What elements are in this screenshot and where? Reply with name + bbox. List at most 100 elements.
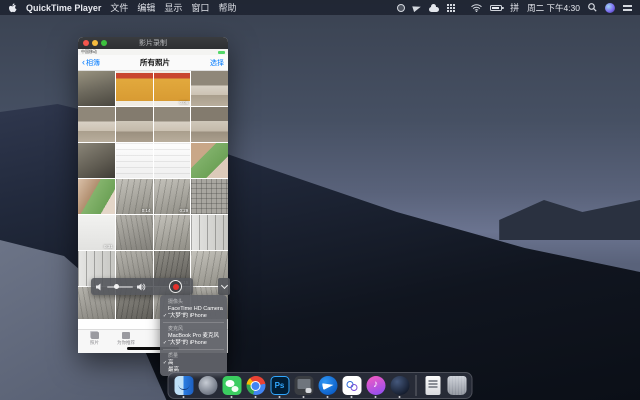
chrome-icon[interactable] (246, 376, 265, 395)
input-method-icon[interactable]: 拼 (510, 1, 519, 14)
battery-icon[interactable] (490, 5, 502, 11)
tab-label: 为你推荐 (117, 340, 135, 346)
window-titlebar[interactable]: 影片录制 (78, 37, 228, 49)
finder-icon[interactable] (174, 376, 193, 395)
dock-item-screenshot[interactable] (294, 376, 314, 395)
photo-thumbnail[interactable]: 0:29 (154, 179, 191, 214)
photo-thumbnail[interactable] (154, 215, 191, 250)
photo-thumbnail[interactable]: 0:14 (116, 179, 153, 214)
menu-divider (163, 322, 224, 323)
globe-icon[interactable] (390, 376, 409, 395)
photo-thumbnail[interactable] (116, 71, 153, 106)
tab-为你推荐[interactable]: 为你推荐 (117, 332, 135, 346)
dock-item-netdisk[interactable] (342, 376, 362, 395)
active-app-name[interactable]: QuickTime Player (26, 3, 101, 13)
menu-item-label: “大梦”的 iPhone (168, 340, 207, 347)
menu-bar-clock[interactable]: 周二 下午4:30 (527, 2, 580, 14)
menu-item-文件[interactable]: 文件 (110, 1, 128, 14)
menu-item-编辑[interactable]: 编辑 (137, 1, 155, 14)
dock-item-photoshop[interactable]: Ps (270, 376, 290, 395)
photo-thumbnail[interactable] (191, 143, 228, 178)
dock-item-chrome[interactable] (246, 376, 266, 395)
volume-slider[interactable] (107, 286, 133, 288)
minimize-button[interactable] (92, 40, 98, 46)
netdisk-icon[interactable] (342, 376, 361, 395)
photo-thumbnail[interactable] (116, 107, 153, 142)
dock-item-trash[interactable] (447, 376, 467, 395)
recording-options-chevron[interactable] (218, 278, 230, 295)
apple-menu-icon[interactable] (8, 3, 17, 13)
photo-thumbnail[interactable] (116, 143, 153, 178)
record-button[interactable] (169, 280, 182, 293)
menu-item-窗口[interactable]: 窗口 (191, 1, 209, 14)
paper-plane-icon[interactable] (412, 3, 421, 11)
back-to-albums-button[interactable]: ‹ 相簿 (82, 58, 100, 68)
dock-item-finder[interactable] (174, 376, 194, 395)
photoshop-icon[interactable]: Ps (270, 376, 289, 395)
quicktime-recording-window: 影片录制 中国移动 ‹ 相簿 所有照片 选择 0:060:140:290:310… (78, 37, 228, 353)
recording-options-menu: 摄像头FaceTime HD Camera✓“大梦”的 iPhone麦克风Mac… (160, 295, 227, 376)
menu-item-帮助[interactable]: 帮助 (218, 1, 236, 14)
zoom-button[interactable] (101, 40, 107, 46)
menu-item-label: FaceTime HD Camera (168, 306, 223, 313)
tab-label: 照片 (90, 340, 99, 346)
close-button[interactable] (83, 40, 89, 46)
dock-item-document[interactable] (423, 376, 443, 395)
menu-item-FaceTime HD Camera[interactable]: FaceTime HD Camera (160, 305, 227, 313)
volume-mute-icon[interactable] (96, 283, 103, 291)
dock-item-wechat[interactable] (222, 376, 242, 395)
dock-item-globe[interactable] (390, 376, 410, 395)
menu-item-高[interactable]: ✓高 (160, 359, 227, 367)
volume-loud-icon[interactable] (137, 283, 146, 291)
photo-thumbnail[interactable] (154, 107, 191, 142)
notification-center-icon[interactable] (623, 3, 632, 12)
photos-stack-icon (91, 332, 99, 339)
siri-icon[interactable] (605, 3, 615, 13)
menu-section-header: 质量 (160, 351, 227, 359)
status-icons: 拼 (397, 1, 519, 14)
menu-item-“大梦”的 iPhone[interactable]: ✓“大梦”的 iPhone (160, 313, 227, 321)
photo-thumbnail[interactable] (191, 71, 228, 106)
document-icon[interactable] (425, 376, 440, 395)
menu-item-MacBook Pro 麦克风[interactable]: MacBook Pro 麦克风 (160, 332, 227, 340)
photo-thumbnail[interactable] (154, 143, 191, 178)
thunder-icon[interactable] (318, 376, 337, 395)
volume-slider-knob[interactable] (114, 284, 119, 289)
select-button[interactable]: 选择 (210, 58, 224, 68)
menu-item-显示[interactable]: 显示 (164, 1, 182, 14)
menu-section-header: 麦克风 (160, 324, 227, 332)
dock-item-itunes[interactable]: ♪ (366, 376, 386, 395)
dots-icon[interactable] (450, 7, 452, 9)
photo-thumbnail[interactable] (191, 107, 228, 142)
wifi-icon[interactable] (471, 4, 482, 12)
record-dot (173, 284, 179, 290)
photo-thumbnail[interactable] (191, 179, 228, 214)
photo-thumbnail[interactable]: 0:06 (154, 71, 191, 106)
photos-nav-bar: ‹ 相簿 所有照片 选择 (78, 55, 228, 71)
cloud-icon[interactable] (429, 7, 439, 12)
menu-item-label: “大梦”的 iPhone (168, 313, 207, 320)
carrier-label: 中国移动 (81, 49, 97, 55)
photo-thumbnail[interactable] (78, 179, 115, 214)
spotlight-icon[interactable] (588, 3, 597, 12)
photo-thumbnail[interactable] (78, 107, 115, 142)
wechat-icon[interactable] (222, 376, 241, 395)
launchpad-icon[interactable] (198, 376, 217, 395)
trash-icon[interactable] (447, 376, 466, 395)
photo-thumbnail[interactable]: 0:31 (78, 215, 115, 250)
dock-item-launchpad[interactable] (198, 376, 218, 395)
menu-divider (163, 349, 224, 350)
eye-icon[interactable] (397, 4, 405, 12)
photo-thumbnail[interactable] (116, 215, 153, 250)
photo-thumbnail[interactable] (78, 71, 115, 106)
menu-item-“大梦”的 iPhone[interactable]: ✓“大梦”的 iPhone (160, 340, 227, 348)
photo-thumbnail[interactable] (191, 215, 228, 250)
dock-item-thunder[interactable] (318, 376, 338, 395)
screenshot-icon[interactable] (294, 376, 313, 395)
itunes-icon[interactable]: ♪ (366, 376, 385, 395)
running-indicator (183, 396, 185, 398)
photo-thumbnail[interactable] (78, 143, 115, 178)
tab-照片[interactable]: 照片 (90, 332, 99, 346)
window-title: 影片录制 (139, 38, 167, 48)
running-indicator (255, 396, 257, 398)
